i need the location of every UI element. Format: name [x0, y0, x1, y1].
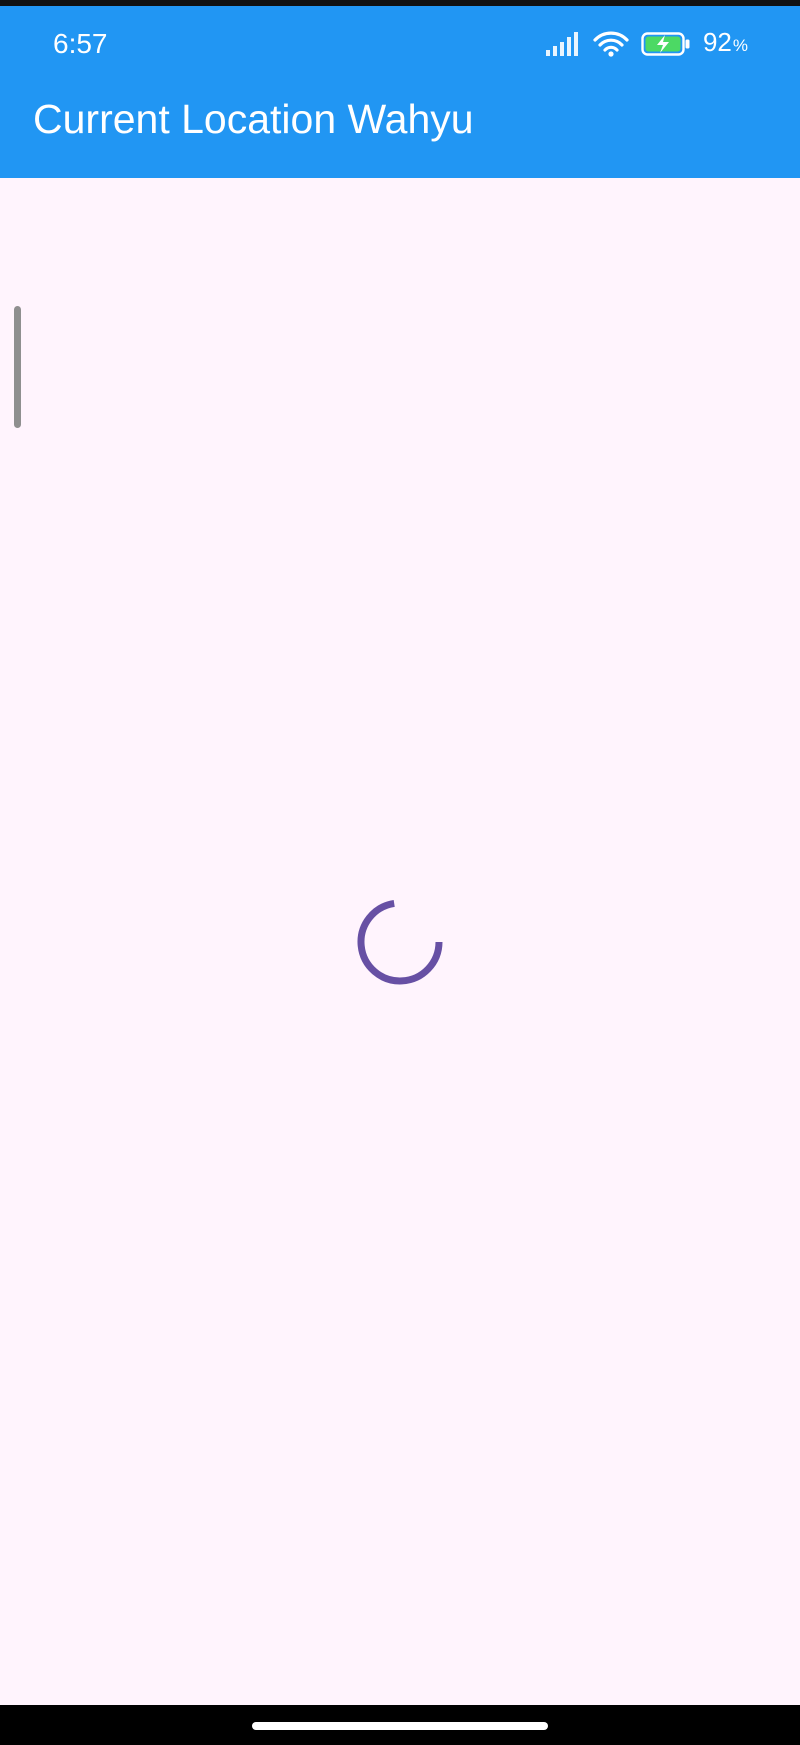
- battery-charging-icon: [641, 31, 691, 57]
- navigation-bar: [0, 1705, 800, 1745]
- page-title: Current Location Wahyu: [33, 96, 474, 142]
- battery-unit: %: [732, 36, 748, 55]
- app-screen: 6:57 92 % Current Location Wahyu: [0, 0, 800, 1745]
- status-icons: 92%: [545, 26, 748, 62]
- status-bar: 6:57 92 %: [0, 6, 800, 80]
- progress-spinner-icon: [355, 897, 445, 987]
- battery-value: 92: [702, 27, 732, 57]
- battery-percentage: 92%: [703, 27, 748, 61]
- signal-icon: [545, 32, 581, 56]
- wifi-icon: [593, 31, 629, 57]
- home-gesture-handle[interactable]: [252, 1722, 548, 1730]
- scrollbar-thumb[interactable]: [14, 306, 21, 428]
- status-time: 6:57: [53, 28, 108, 59]
